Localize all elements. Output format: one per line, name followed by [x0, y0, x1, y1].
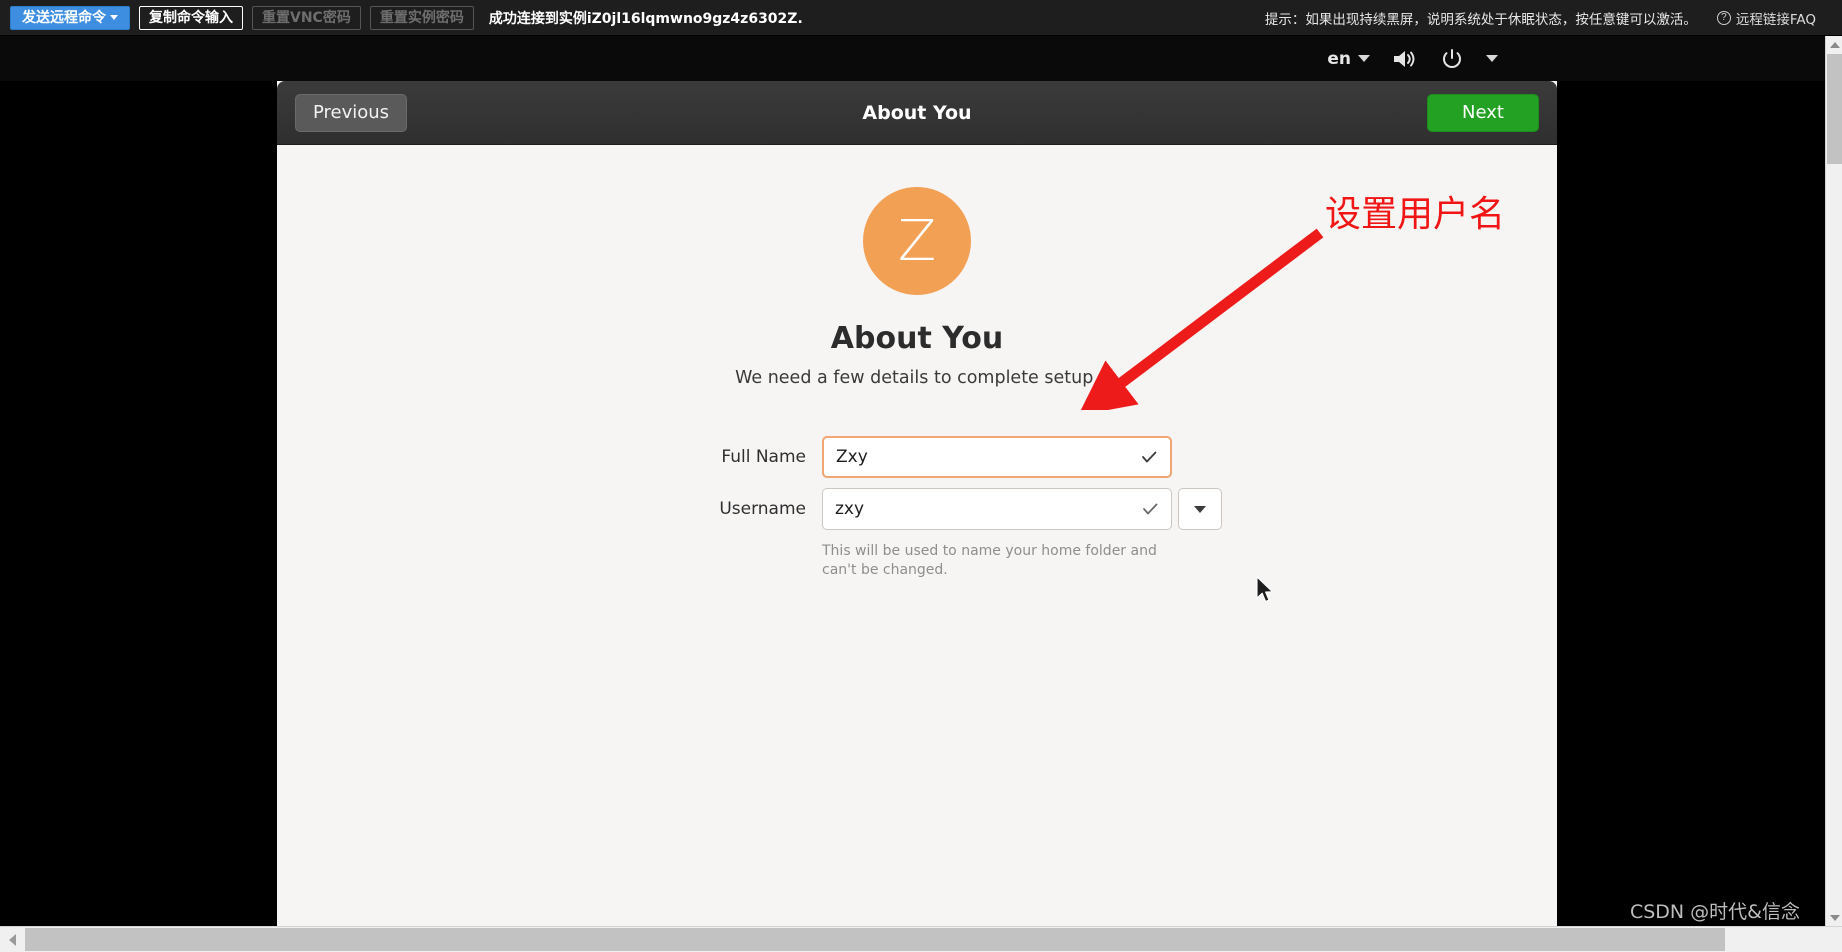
csdn-watermark: CSDN @时代&信念	[1629, 901, 1800, 923]
horizontal-scrollbar[interactable]	[0, 926, 1842, 952]
gnome-top-bar: en	[0, 36, 1842, 81]
next-button-label: Next	[1462, 102, 1504, 123]
power-icon[interactable]	[1440, 47, 1464, 71]
remote-connection-faq-label: 远程链接FAQ	[1735, 11, 1816, 28]
reset-vnc-password-button[interactable]: 重置VNC密码	[252, 5, 361, 30]
scroll-down-button[interactable]	[1826, 909, 1842, 926]
wizard-header-bar: Previous About You Next	[277, 81, 1557, 145]
username-hint-text: This will be used to name your home fold…	[822, 543, 1157, 578]
black-screen-hint-text: 提示：如果出现持续黑屏，说明系统处于休眠状态，按任意键可以激活。	[1264, 11, 1697, 28]
mouse-pointer-icon	[1256, 576, 1274, 603]
page-title: About You	[830, 321, 1004, 356]
chevron-down-icon	[1358, 55, 1370, 62]
connection-status-text: 成功连接到实例iZ0jl16lqmwno9gz4z6302Z.	[488, 10, 803, 27]
previous-button[interactable]: Previous	[295, 93, 407, 132]
username-dropdown-button[interactable]	[1178, 488, 1222, 530]
chevron-down-icon[interactable]	[1486, 55, 1498, 62]
question-circle-icon: ?	[1716, 10, 1731, 25]
arrow-up-icon	[1829, 41, 1840, 48]
arrow-left-icon	[8, 933, 16, 946]
send-remote-command-label: 发送远程命令	[22, 9, 106, 26]
page-subtitle: We need a few details to complete setup.	[735, 368, 1099, 388]
vnc-remote-desktop-page: 发送远程命令 复制命令输入 重置VNC密码 重置实例密码 成功连接到实例iZ0j…	[0, 0, 1842, 952]
full-name-value: Zxy	[836, 447, 868, 467]
username-row: Username zxy	[696, 488, 1222, 530]
avatar-initial: Z	[897, 208, 937, 274]
volume-icon[interactable]	[1392, 48, 1418, 70]
gnome-status-area: en	[1327, 47, 1498, 71]
previous-button-label: Previous	[312, 102, 390, 123]
horizontal-scrollbar-thumb[interactable]	[25, 928, 1725, 951]
scroll-left-button[interactable]	[0, 927, 24, 952]
full-name-label: Full Name	[721, 447, 806, 467]
wizard-title: About You	[862, 101, 972, 124]
arrow-pointer-icon	[1080, 228, 1324, 410]
send-remote-command-button[interactable]: 发送远程命令	[10, 5, 130, 30]
checkmark-icon	[1141, 500, 1159, 518]
copy-command-input-label: 复制命令输入	[149, 9, 233, 26]
username-input[interactable]: zxy	[822, 488, 1172, 530]
copy-command-input-button[interactable]: 复制命令输入	[139, 5, 243, 30]
chevron-down-icon	[110, 15, 118, 20]
user-avatar[interactable]: Z	[863, 187, 971, 295]
wizard-body: Z About You We need a few details to com…	[277, 145, 1557, 931]
full-name-row: Full Name Zxy	[696, 436, 1172, 478]
remote-connection-faq-link[interactable]: ? 远程链接FAQ	[1716, 8, 1816, 28]
toolbar-right-group: 提示：如果出现持续黑屏，说明系统处于休眠状态，按任意键可以激活。 ? 远程链接F…	[1265, 8, 1842, 28]
about-you-form: Full Name Zxy Username zxy This will be …	[277, 436, 1557, 580]
reset-vnc-password-label: 重置VNC密码	[262, 9, 351, 26]
checkmark-icon	[1140, 448, 1158, 466]
annotation-label: 设置用户名	[1325, 194, 1506, 235]
chevron-down-icon	[1194, 505, 1206, 513]
next-button[interactable]: Next	[1427, 93, 1539, 132]
reset-instance-password-label: 重置实例密码	[379, 9, 464, 26]
vertical-scrollbar[interactable]	[1825, 36, 1842, 926]
language-label: en	[1327, 48, 1351, 69]
reset-instance-password-button[interactable]: 重置实例密码	[369, 5, 474, 30]
vnc-toolbar: 发送远程命令 复制命令输入 重置VNC密码 重置实例密码 成功连接到实例iZ0j…	[0, 0, 1842, 36]
language-selector[interactable]: en	[1327, 49, 1370, 69]
username-label: Username	[719, 499, 806, 519]
scroll-up-button[interactable]	[1826, 36, 1842, 53]
username-value: zxy	[835, 499, 865, 519]
full-name-input[interactable]: Zxy	[822, 436, 1172, 478]
arrow-down-icon	[1829, 914, 1840, 921]
vertical-scrollbar-thumb[interactable]	[1827, 54, 1842, 164]
